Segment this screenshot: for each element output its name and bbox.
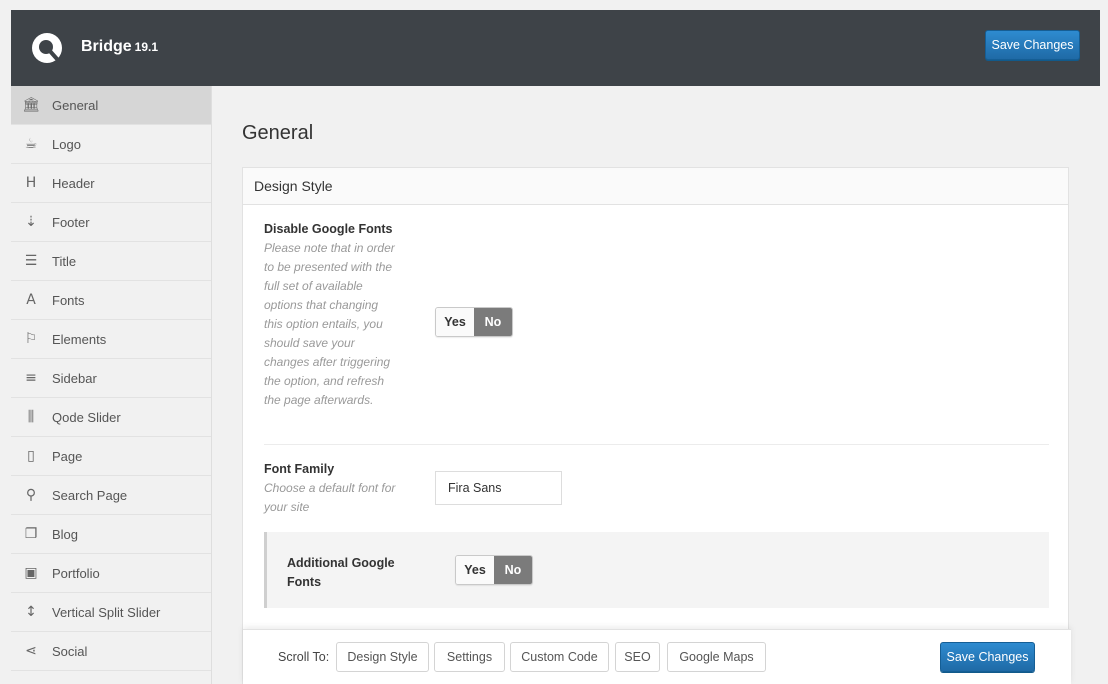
search-icon: ⚲ — [25, 487, 37, 503]
sidebar-item-elements[interactable]: ⚐ Elements — [11, 320, 211, 359]
page-title: General — [242, 122, 314, 144]
panel-heading: Design Style — [243, 168, 1068, 205]
copy-icon: ❐ — [24, 526, 38, 542]
sidebar-item-label: Vertical Split Slider — [52, 604, 161, 620]
toggle-no[interactable]: No — [474, 308, 512, 336]
toggle-yes[interactable]: Yes — [456, 556, 494, 584]
sidebar-item-header[interactable]: H Header — [11, 164, 211, 203]
scroll-google-maps-button[interactable]: Google Maps — [667, 642, 766, 672]
sidebar-item-label: Qode Slider — [52, 409, 121, 425]
scroll-design-style-button[interactable]: Design Style — [336, 642, 429, 672]
sidebar-item-label: Search Page — [52, 487, 128, 503]
additional-google-fonts-row: Additional Google Fonts Yes No — [264, 532, 1049, 608]
sidebar-item-page[interactable]: ▯ Page — [11, 437, 211, 476]
sidebar-item-title[interactable]: ☰ Title — [11, 242, 211, 281]
options-sidebar: 🏛 General ☕ Logo H Header ⇣ Footer ☰ Title A Fonts ⚐… — [11, 86, 212, 684]
disable-google-fonts-toggle[interactable]: Yes No — [435, 307, 513, 337]
page-icon: ▯ — [27, 448, 35, 464]
app-name: Bridge — [81, 38, 132, 55]
sidebar-item-portfolio[interactable]: ▣ Portfolio — [11, 554, 211, 593]
sidebar-item-qode-slider[interactable]: ⫼ Qode Slider — [11, 398, 211, 437]
scroll-settings-button[interactable]: Settings — [434, 642, 505, 672]
toggle-yes[interactable]: Yes — [436, 308, 474, 336]
scroll-seo-button[interactable]: SEO — [615, 642, 660, 672]
flag-icon: ⚐ — [24, 331, 38, 347]
sidebar-item-footer[interactable]: ⇣ Footer — [11, 203, 211, 242]
sidebar-item-label: Footer — [52, 214, 90, 230]
scroll-to-label: Scroll To: — [278, 650, 330, 664]
sidebar-item-label: Header — [52, 175, 95, 191]
sidebar-item-blog[interactable]: ❐ Blog — [11, 515, 211, 554]
sidebar-item-fonts[interactable]: A Fonts — [11, 281, 211, 320]
main-content: General Design Style Disable Google Font… — [213, 86, 1100, 684]
portfolio-icon: ▣ — [24, 565, 38, 581]
option-description: Please note that in order to be presente… — [264, 241, 395, 407]
bridge-logo-icon — [32, 33, 62, 63]
font-family-input[interactable]: Fira Sans — [435, 471, 562, 505]
option-title: Disable Google Fonts — [264, 222, 393, 236]
sort-icon: ⇣ — [25, 214, 37, 230]
bank-icon: 🏛 — [22, 97, 40, 113]
share-icon: ⋖ — [25, 643, 37, 659]
sidebar-item-label: Page — [52, 448, 83, 464]
bottom-scroll-bar: Scroll To: Design Style Settings Custom … — [243, 629, 1071, 684]
mug-icon: ☕ — [24, 136, 38, 152]
option-description: Choose a default font for your site — [264, 481, 396, 514]
sidebar-item-label: Fonts — [52, 292, 85, 308]
sliders-icon: ⫼ — [27, 409, 35, 425]
card-icon: ☰ — [24, 253, 38, 269]
menu-icon: ≡ — [25, 370, 37, 386]
option-title: Additional Google Fonts — [287, 556, 395, 589]
sidebar-item-general[interactable]: 🏛 General — [11, 86, 211, 125]
sidebar-item-label: Elements — [52, 331, 107, 347]
sidebar-item-sidebar[interactable]: ≡ Sidebar — [11, 359, 211, 398]
font-family-option: Font Family Choose a default font for yo… — [264, 462, 399, 517]
divider — [264, 444, 1049, 445]
option-title: Font Family — [264, 462, 335, 476]
disable-google-fonts-option: Disable Google Fonts Please note that in… — [264, 222, 399, 410]
sidebar-item-vertical-split-slider[interactable]: ↕ Vertical Split Slider — [11, 593, 211, 632]
toggle-no[interactable]: No — [494, 556, 532, 584]
app-title: Bridge 19.1 — [81, 38, 158, 56]
sidebar-item-logo[interactable]: ☕ Logo — [11, 125, 211, 164]
sidebar-item-label: Sidebar — [52, 370, 97, 386]
sidebar-item-label: Social — [52, 643, 88, 659]
sidebar-item-label: Title — [52, 253, 77, 269]
header-icon: H — [25, 175, 37, 191]
app-version: 19.1 — [134, 40, 159, 54]
scroll-custom-code-button[interactable]: Custom Code — [510, 642, 609, 672]
design-style-panel: Design Style Disable Google Fonts Please… — [242, 167, 1069, 684]
sidebar-item-label: Portfolio — [52, 565, 100, 581]
top-bar: Bridge 19.1 Save Changes — [11, 10, 1100, 86]
font-icon: A — [26, 292, 36, 308]
sidebar-item-social[interactable]: ⋖ Social — [11, 632, 211, 671]
sidebar-item-search-page[interactable]: ⚲ Search Page — [11, 476, 211, 515]
sidebar-item-label: Blog — [52, 526, 79, 542]
additional-google-fonts-toggle[interactable]: Yes No — [455, 555, 533, 585]
sidebar-item-label: General — [52, 97, 99, 113]
save-changes-button[interactable]: Save Changes — [985, 30, 1080, 60]
save-changes-button[interactable]: Save Changes — [940, 642, 1035, 672]
sidebar-item-label: Logo — [52, 136, 81, 152]
vertical-arrows-icon: ↕ — [25, 604, 37, 620]
